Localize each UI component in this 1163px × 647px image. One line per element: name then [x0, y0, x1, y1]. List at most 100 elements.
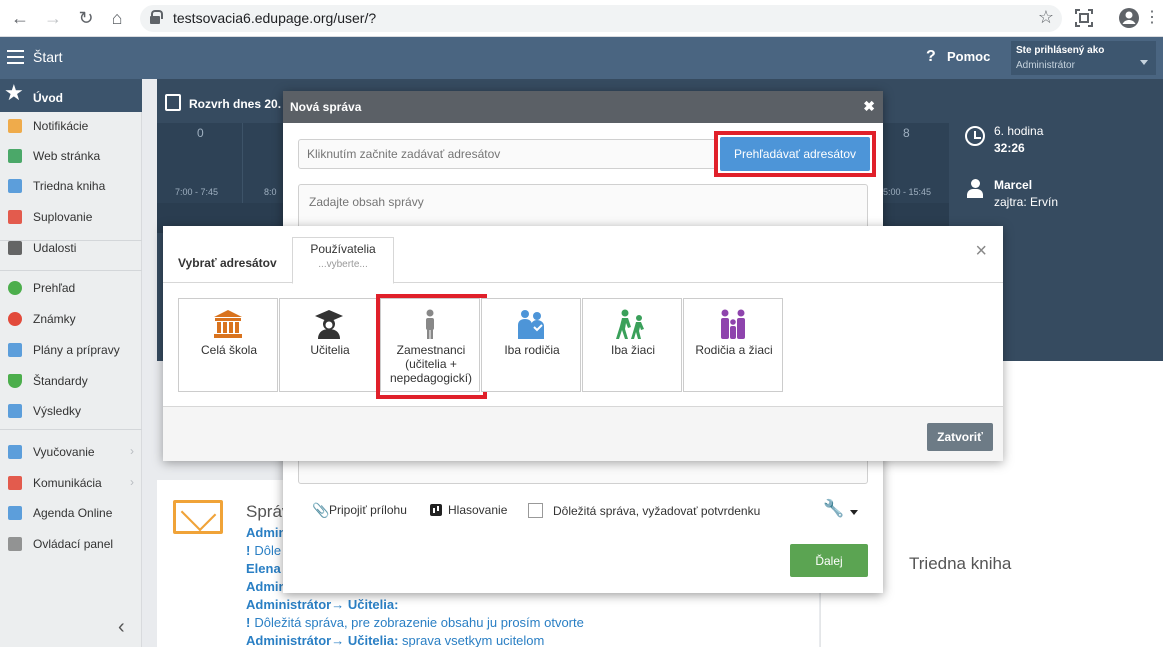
url-text: testsovacia6.edupage.org/user/? — [173, 10, 377, 26]
recipients-input[interactable] — [298, 139, 718, 169]
tab-users[interactable]: Používatelia ...vyberte... — [292, 237, 394, 284]
home-icon[interactable]: ⌂ — [105, 6, 129, 30]
chevron-down-icon — [1140, 60, 1148, 65]
poll-link[interactable]: Hlasovanie — [448, 503, 507, 517]
check-circle-icon — [8, 281, 22, 295]
select-recipients-footer: Zatvoriť — [163, 406, 1003, 461]
important-label[interactable]: Dôležitá správa, vyžadovať potvrdenku — [553, 504, 760, 518]
sidebar-item-ovládací-panel[interactable]: Ovládací panel — [0, 530, 142, 558]
sidebar-divider — [0, 240, 142, 241]
chevron-right-icon: › — [130, 475, 134, 489]
bookmark-star-icon[interactable]: ☆ — [1038, 7, 1054, 28]
sidebar-item-prehľad[interactable]: Prehľad — [0, 274, 142, 302]
new-message-header: Nová správa ✖ — [283, 91, 883, 123]
tile-students-only[interactable]: Iba žiaci — [582, 298, 682, 392]
forward-arrow-icon[interactable]: → — [41, 6, 65, 30]
important-icon: ! — [246, 543, 251, 558]
sidebar-item-suplovanie[interactable]: Suplovanie — [0, 203, 142, 231]
browse-recipients-button[interactable]: Prehľadávať adresátov — [720, 137, 870, 171]
kebab-menu-icon[interactable]: ⋮ — [1140, 6, 1163, 30]
app-header: Štart ? Pomoc Ste prihlásený ako Adminis… — [0, 37, 1163, 79]
poll-icon[interactable] — [430, 504, 442, 516]
next-button[interactable]: Ďalej — [790, 544, 868, 577]
sidebar-item-agenda-online[interactable]: Agenda Online — [0, 499, 142, 527]
gear-icon — [8, 537, 22, 551]
help-icon[interactable]: ? — [926, 48, 936, 66]
lock-icon — [150, 10, 163, 24]
period-cell[interactable]: 0 7:00 - 7:45 — [157, 123, 243, 203]
collapse-sidebar-icon[interactable]: ‹ — [118, 616, 125, 639]
pen-icon — [8, 506, 22, 520]
sidebar-item-web-stránka[interactable]: Web stránka — [0, 142, 142, 170]
tile-whole-school[interactable]: Celá škola — [178, 298, 278, 392]
family-icon — [721, 309, 745, 339]
calendar-icon — [165, 94, 181, 111]
tile-parents-and-students[interactable]: Rodičia a žiaci — [683, 298, 783, 392]
close-icon[interactable]: ✖ — [863, 98, 875, 115]
address-bar[interactable]: testsovacia6.edupage.org/user/? ☆ — [140, 5, 1062, 32]
tab-users-label: Používatelia — [310, 242, 376, 256]
sidebar-item-vyučovanie[interactable]: Vyučovanie › — [0, 438, 142, 466]
teaching-icon — [8, 445, 22, 459]
sidebar-item-štandardy[interactable]: Štandardy — [0, 367, 142, 395]
book-icon — [8, 179, 22, 193]
teacher-name: Marcel — [994, 178, 1033, 192]
select-recipients-header: Vybrať adresátov Používatelia ...vyberte… — [163, 226, 1003, 284]
attach-file-link[interactable]: Pripojiť prílohu — [329, 503, 407, 517]
house-icon — [8, 149, 22, 163]
reload-icon[interactable]: ↻ — [74, 6, 98, 30]
chat-icon — [8, 476, 22, 490]
envelope-icon — [8, 119, 22, 133]
close-button[interactable]: Zatvoriť — [927, 423, 993, 451]
current-hour: 6. hodina — [994, 124, 1044, 138]
sidebar-item-úvod[interactable]: ★ Úvod — [0, 82, 142, 110]
clock-icon — [965, 126, 985, 146]
sidebar-item-triedna-kniha[interactable]: Triedna kniha — [0, 172, 142, 200]
sidebar-item-notifikácie[interactable]: Notifikácie — [0, 112, 142, 140]
profile-avatar-icon[interactable] — [1118, 7, 1140, 29]
highlight-outline — [376, 294, 487, 399]
message-line[interactable]: ! Dôležitá správa, pre zobrazenie obsahu … — [246, 614, 584, 632]
sidebar-divider — [0, 429, 142, 430]
select-recipients-dialog: Vybrať adresátov Používatelia ...vyberte… — [163, 226, 1003, 461]
help-link[interactable]: Pomoc — [947, 49, 990, 64]
new-message-title: Nová správa — [290, 100, 362, 114]
close-icon[interactable]: × — [975, 240, 987, 263]
sidebar-item-komunikácia[interactable]: Komunikácia › — [0, 469, 142, 497]
important-checkbox[interactable] — [528, 503, 543, 518]
shield-check-icon — [8, 374, 22, 388]
important-icon: ! — [246, 615, 251, 630]
back-arrow-icon[interactable]: ← — [8, 6, 32, 30]
sidebar-item-plány-a-prípravy[interactable]: Plány a prípravy — [0, 336, 142, 364]
paperclip-icon[interactable]: 📎 — [312, 502, 329, 519]
parents-icon — [518, 310, 544, 339]
message-line[interactable]: Administrátor→ Učitelia: sprava vsetkym … — [246, 632, 584, 647]
user-menu[interactable]: Ste prihlásený ako Administrátor — [1011, 41, 1156, 75]
sidebar-divider — [0, 270, 142, 271]
chevron-down-icon[interactable] — [850, 510, 858, 515]
message-line[interactable]: Administrátor→ Učitelia: — [246, 596, 584, 614]
sidebar-item-známky[interactable]: Známky — [0, 305, 142, 333]
tomorrow-teacher: zajtra: Ervín — [994, 195, 1059, 209]
screen-capture-icon[interactable] — [1073, 7, 1095, 29]
browser-toolbar: ← → ↻ ⌂ testsovacia6.edupage.org/user/? … — [0, 0, 1163, 37]
sidebar-item-udalosti[interactable]: Udalosti — [0, 234, 142, 262]
tile-parents-only[interactable]: Iba rodičia — [481, 298, 581, 392]
logged-in-user: Administrátor — [1016, 60, 1075, 71]
tab-users-sub: ...vyberte... — [318, 259, 368, 270]
tile-teachers[interactable]: Učitelia — [279, 298, 379, 392]
calendar-icon — [8, 241, 22, 255]
grades-icon — [8, 312, 22, 326]
students-icon — [616, 309, 644, 339]
class-register-title: Triedna kniha — [909, 554, 1012, 573]
bar-chart-icon — [8, 404, 22, 418]
hamburger-menu-icon[interactable] — [7, 50, 24, 64]
briefcase-icon — [8, 343, 22, 357]
school-building-icon — [214, 310, 242, 338]
logged-in-label: Ste prihlásený ako — [1016, 45, 1105, 56]
person-icon — [967, 179, 983, 199]
wrench-icon[interactable]: 🔧 — [823, 499, 844, 519]
app-title[interactable]: Štart — [33, 49, 63, 65]
star-icon: ★ — [4, 80, 24, 105]
sidebar-item-výsledky[interactable]: Výsledky — [0, 397, 142, 425]
